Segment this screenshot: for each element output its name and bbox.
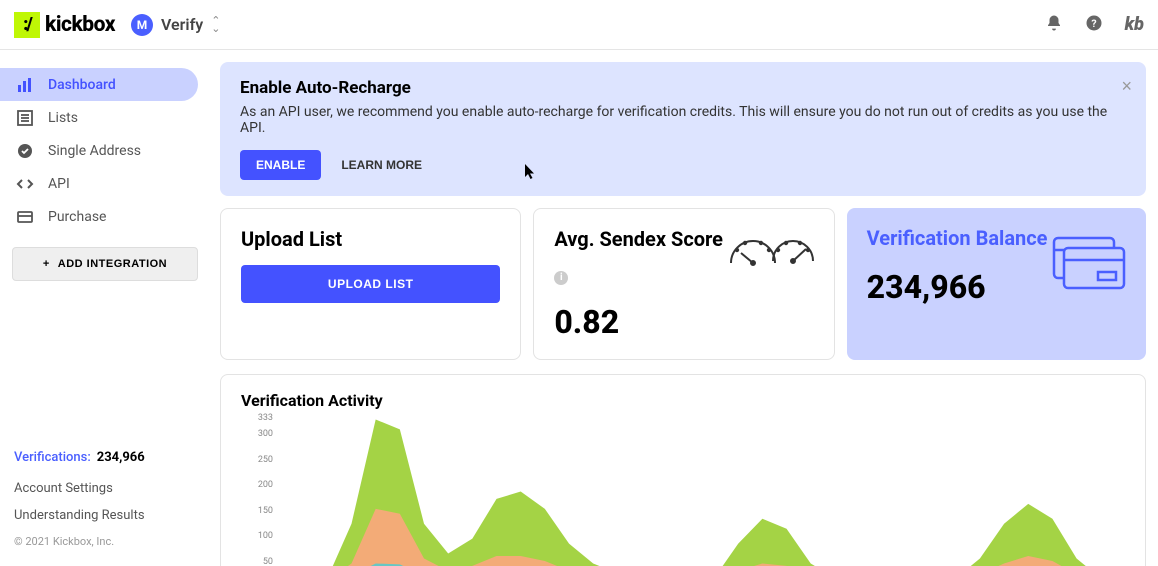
plus-icon: + — [43, 258, 50, 270]
verifications-summary: Verifications: 234,966 — [14, 450, 196, 465]
sidebar-item-purchase[interactable]: Purchase — [0, 200, 198, 233]
banner-title: Enable Auto-Recharge — [240, 78, 1126, 98]
y-tick-label: 300 — [258, 429, 273, 439]
sidebar-item-dashboard[interactable]: Dashboard — [0, 68, 198, 101]
activity-panel: Verification Activity 333 300 250 200 150 100… — [220, 374, 1146, 566]
app-badge: M — [131, 14, 153, 36]
add-integration-label: ADD INTEGRATION — [58, 258, 167, 270]
sendex-card: Avg. Sendex Score i 0.82 — [533, 208, 834, 360]
y-tick-label: 250 — [258, 455, 273, 465]
sidebar-item-label: API — [48, 176, 70, 192]
y-tick-label: 150 — [258, 506, 273, 516]
close-icon[interactable]: × — [1121, 76, 1132, 97]
sidebar-item-label: Single Address — [48, 143, 141, 159]
activity-title: Verification Activity — [241, 391, 1125, 410]
kb-icon[interactable]: kb — [1125, 14, 1144, 35]
y-tick-label: 200 — [258, 480, 273, 490]
sidebar-item-label: Purchase — [48, 209, 106, 225]
sidebar-item-lists[interactable]: Lists — [0, 101, 198, 134]
logo-text: kickbox — [45, 13, 115, 37]
logo[interactable]: :/ kickbox — [14, 12, 115, 38]
chevron-updown-icon: ⌃⌄ — [211, 17, 220, 32]
app-name: Verify — [161, 15, 203, 34]
app-switcher[interactable]: M Verify ⌃⌄ — [131, 14, 220, 36]
verifications-label: Verifications: — [14, 450, 91, 465]
help-icon[interactable]: ? — [1085, 14, 1103, 36]
info-icon[interactable]: i — [554, 271, 568, 285]
activity-chart: 333300250200150100500 — [241, 418, 1125, 566]
sidebar: DashboardListsSingle AddressAPIPurchase … — [0, 50, 210, 566]
nav: Dashboard Lists Single Address API Purchase — [0, 68, 210, 233]
sidebar-item-label: Lists — [48, 110, 78, 126]
logo-mark: :/ — [14, 12, 40, 38]
card-icon — [16, 209, 34, 225]
verifications-value: 234,966 — [97, 450, 145, 465]
sidebar-item-label: Dashboard — [48, 77, 116, 93]
top-header: :/ kickbox M Verify ⌃⌄ ? kb — [0, 0, 1158, 50]
balance-card[interactable]: Verification Balance 234,966 — [847, 208, 1146, 360]
speedometer-icon — [726, 223, 818, 277]
y-tick-label: 50 — [263, 557, 273, 566]
understanding-results-link[interactable]: Understanding Results — [14, 508, 196, 523]
bell-icon[interactable] — [1045, 14, 1063, 36]
code-icon — [16, 176, 34, 192]
sendex-value: 0.82 — [554, 303, 813, 341]
content: Enable Auto-Recharge As an API user, we … — [210, 50, 1158, 566]
copyright: © 2021 Kickbox, Inc. — [14, 535, 196, 548]
list-icon — [16, 110, 34, 126]
sidebar-item-single-address[interactable]: Single Address — [0, 134, 198, 167]
bar-chart-icon — [16, 77, 34, 93]
enable-button[interactable]: ENABLE — [240, 150, 321, 180]
banner-text: As an API user, we recommend you enable … — [240, 104, 1126, 136]
y-tick-label: 333 — [258, 413, 273, 423]
svg-text:?: ? — [1091, 16, 1096, 29]
y-tick-label: 100 — [258, 531, 273, 541]
learn-more-button[interactable]: LEARN MORE — [341, 158, 422, 172]
upload-list-card: Upload List UPLOAD LIST — [220, 208, 521, 360]
card-stack-icon — [1050, 234, 1128, 294]
sidebar-item-api[interactable]: API — [0, 167, 198, 200]
check-circle-icon — [16, 143, 34, 159]
upload-list-button[interactable]: UPLOAD LIST — [241, 265, 500, 303]
account-settings-link[interactable]: Account Settings — [14, 481, 196, 496]
sendex-title: Avg. Sendex Score — [554, 227, 723, 251]
upload-card-title: Upload List — [241, 227, 500, 251]
auto-recharge-banner: Enable Auto-Recharge As an API user, we … — [220, 62, 1146, 196]
add-integration-button[interactable]: + ADD INTEGRATION — [12, 247, 198, 281]
